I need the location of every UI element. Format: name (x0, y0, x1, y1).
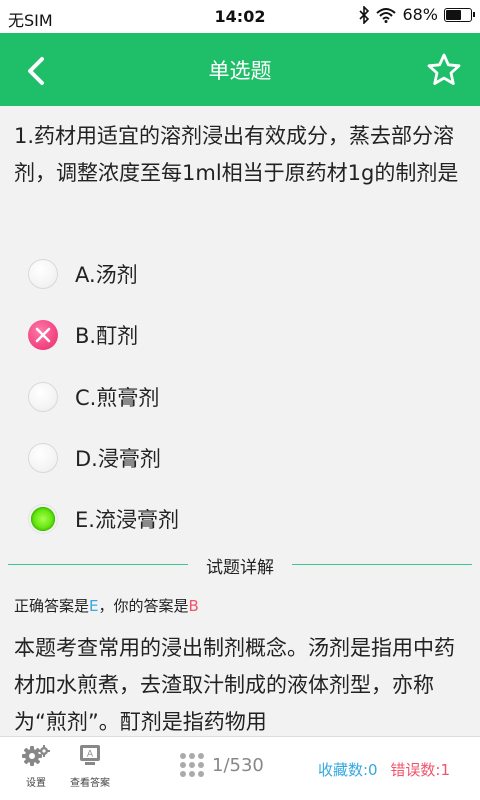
option-label: E.流浸膏剂 (75, 508, 179, 532)
view-answer-button[interactable]: A 查看答案 (66, 743, 114, 789)
option-label: D.浸膏剂 (75, 447, 161, 471)
option-label: B.酊剂 (75, 324, 139, 348)
radio-unselected-icon (28, 443, 58, 473)
settings-button[interactable]: 设置 (20, 743, 52, 789)
user-answer-value: B (188, 597, 199, 615)
correct-answer-icon (28, 504, 58, 534)
grid-dots-icon (180, 753, 204, 777)
status-icons: 68% (358, 5, 475, 24)
correct-answer-prefix: 正确答案是 (14, 597, 90, 615)
favorite-button[interactable] (424, 50, 464, 90)
errors-count: 错误数:1 (390, 761, 450, 779)
option-e[interactable]: E.流浸膏剂 (28, 499, 448, 539)
wrong-answer-icon (28, 320, 58, 350)
radio-unselected-icon (28, 382, 58, 412)
star-outline-icon (427, 53, 461, 85)
option-b[interactable]: B.酊剂 (28, 315, 448, 355)
question-progress: 1/530 (212, 754, 264, 776)
gear-icon (22, 745, 50, 766)
user-answer-prefix: ，你的答案是 (98, 597, 189, 615)
answer-summary: 正确答案是E，你的答案是B (14, 595, 199, 616)
title-bar: 单选题 (0, 33, 480, 106)
explanation-heading: 试题详解 (206, 558, 274, 578)
option-a[interactable]: A.汤剂 (28, 254, 448, 294)
option-d[interactable]: D.浸膏剂 (28, 438, 448, 478)
stats: 收藏数:0 错误数:1 (318, 759, 450, 780)
favorites-count: 收藏数:0 (318, 761, 378, 779)
bluetooth-icon (359, 5, 370, 24)
page-title: 单选题 (208, 59, 272, 83)
explanation-text: 本题考查常用的浸出制剂概念。汤剂是指用中药材加水煎煮，去渣取汁制成的液体剂型，亦… (14, 636, 455, 734)
status-bar: 无SIM 14:02 68% (0, 0, 480, 33)
bottom-toolbar: 设置 A 查看答案 1/530 收藏数:0 错误数:1 (0, 736, 480, 800)
correct-answer-value: E (89, 597, 99, 615)
answer-card-icon: A (80, 745, 100, 765)
explanation-divider: 试题详解 (8, 553, 472, 578)
radio-unselected-icon (28, 259, 58, 289)
answer-card-letter: A (87, 750, 94, 760)
battery-icon (444, 7, 475, 22)
question-text: 1.药材用适宜的溶剂浸出有效成分，蒸去部分溶剂，调整浓度至每1ml相当于原药材1… (14, 124, 459, 185)
wifi-icon (376, 7, 397, 23)
cross-icon (35, 327, 51, 343)
view-answer-label: 查看答案 (70, 778, 110, 789)
settings-label: 设置 (26, 778, 46, 789)
battery-percent: 68% (402, 5, 438, 24)
option-c[interactable]: C.煎膏剂 (28, 377, 448, 417)
question-navigator[interactable]: 1/530 (180, 753, 264, 777)
option-label: C.煎膏剂 (75, 386, 160, 410)
option-label: A.汤剂 (75, 263, 138, 287)
